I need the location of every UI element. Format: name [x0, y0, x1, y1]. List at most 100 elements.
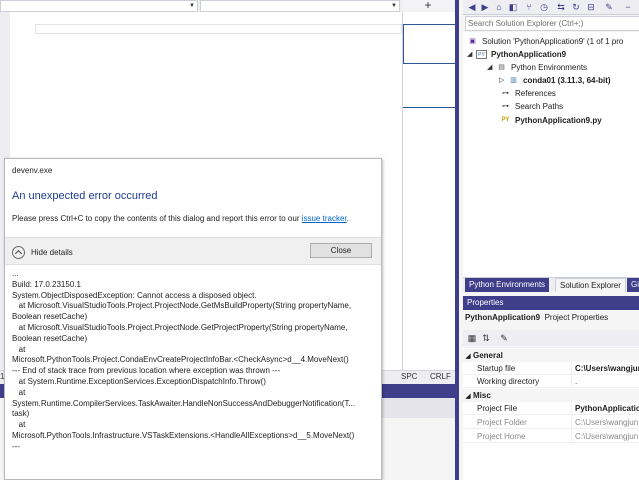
- property-row[interactable]: Project File PythonApplication: [463, 402, 639, 415]
- python-file-icon: PY: [501, 116, 510, 123]
- tree-item-label: References: [515, 88, 556, 98]
- category-general[interactable]: ◢ General: [463, 349, 639, 362]
- property-name: Project File: [477, 404, 518, 413]
- tree-item-conda-env[interactable]: ▷ ▥ conda01 (3.11.3, 64-bit): [499, 74, 611, 86]
- property-name: Working directory: [477, 377, 540, 386]
- error-detail-line: at Microsoft.VisualStudioTools.Project.P…: [12, 301, 352, 311]
- property-value: C:\Users\wangjun: [571, 430, 639, 443]
- error-detail-line: ...: [12, 269, 19, 278]
- tab-git[interactable]: Git: [627, 278, 639, 292]
- tree-item-label: Search Paths: [515, 101, 564, 111]
- refresh-icon[interactable]: ↻: [571, 2, 581, 12]
- error-detail-line: System.ObjectDisposedException: Cannot a…: [12, 290, 257, 300]
- error-detail-line: at: [12, 420, 26, 430]
- chevron-down-icon: ▼: [189, 3, 195, 9]
- collapsed-arrow-icon[interactable]: ▷: [499, 76, 508, 84]
- navigation-dropdown-right[interactable]: ▼: [200, 0, 400, 12]
- property-row[interactable]: Startup file C:\Users\wangjun: [463, 362, 639, 375]
- close-button[interactable]: Close: [310, 243, 372, 258]
- expanded-arrow-icon[interactable]: ◢: [487, 63, 496, 71]
- properties-object-type: Project Properties: [544, 313, 609, 322]
- tab-solution-explorer[interactable]: Solution Explorer: [555, 278, 626, 292]
- property-value[interactable]: PythonApplication: [571, 402, 639, 415]
- property-pages-wrench-icon[interactable]: ✎: [499, 333, 509, 343]
- error-detail-line: --- End of stack trace from previous loc…: [12, 366, 281, 376]
- property-row[interactable]: Working directory .: [463, 375, 639, 388]
- git-icon[interactable]: ⑂: [524, 2, 534, 12]
- back-icon[interactable]: ◀: [467, 2, 477, 12]
- sync-icon[interactable]: ⇆: [556, 2, 566, 12]
- solution-explorer-toolbar: ◀ ▶ ⌂ ◧ ⑂ ◷ ⇆ ↻ ⊟ ✎ −: [463, 0, 639, 15]
- solution-icon: ▣: [469, 37, 476, 45]
- error-detail-line: at: [12, 387, 26, 397]
- history-icon[interactable]: ◷: [539, 2, 549, 12]
- split-editor-plus-icon[interactable]: +: [402, 0, 454, 12]
- hide-details-toggle[interactable]: Hide details: [12, 245, 73, 259]
- tree-item-label: Solution 'PythonApplication9' (1 of 1 pr…: [482, 36, 624, 46]
- error-detail-line: Microsoft.PythonTools.Project.CondaEnvCr…: [12, 355, 349, 365]
- properties-grid: ◢ General Startup file C:\Users\wangjun W…: [463, 348, 639, 480]
- error-detail-line: Boolean resetCache): [12, 312, 88, 322]
- minus-icon[interactable]: −: [623, 2, 633, 12]
- error-detail-line: Boolean resetCache): [12, 333, 88, 343]
- references-icon: ⊶: [502, 89, 509, 97]
- tree-item-references[interactable]: ⊶ References: [500, 87, 556, 99]
- categorized-icon[interactable]: ▦: [467, 333, 477, 343]
- minimap-viewport[interactable]: [403, 24, 456, 64]
- tree-item-python-file[interactable]: PY PythonApplication9.py: [500, 114, 602, 126]
- line-ending-indicator[interactable]: CRLF: [430, 372, 451, 381]
- spacing-indicator[interactable]: SPC: [401, 372, 417, 381]
- alphabetical-icon[interactable]: ⇅: [481, 333, 491, 343]
- properties-toolbar: ▦ ⇅ ✎: [463, 330, 639, 346]
- properties-wrench-icon[interactable]: ✎: [604, 2, 614, 12]
- property-value[interactable]: C:\Users\wangjun: [571, 362, 639, 375]
- category-misc[interactable]: ◢ Misc: [463, 389, 639, 402]
- hide-details-label: Hide details: [31, 247, 73, 257]
- tree-item-project[interactable]: ◢ PY PythonApplication9: [467, 48, 566, 60]
- navigation-dropdown-left[interactable]: ▼: [0, 0, 198, 12]
- error-dialog: devenv.exe An unexpected error occurred …: [4, 158, 382, 480]
- property-name: Project Folder: [477, 418, 527, 427]
- chevron-down-icon: ▼: [391, 3, 397, 9]
- issue-tracker-link[interactable]: issue tracker: [302, 214, 347, 223]
- output-panel-toolbar: [380, 398, 455, 418]
- properties-object-name: PythonApplication9: [465, 313, 541, 322]
- dialog-message: Please press Ctrl+C to copy the contents…: [12, 214, 349, 223]
- solution-explorer-tree: ▣ Solution 'PythonApplication9' (1 of 1 …: [463, 32, 639, 277]
- error-detail-line: at System.Runtime.ExceptionServices.Exce…: [12, 376, 266, 386]
- property-value: C:\Users\wangjun: [571, 416, 639, 429]
- forward-icon[interactable]: ▶: [480, 2, 490, 12]
- property-value[interactable]: .: [571, 375, 639, 388]
- python-environment-icon: ▥: [510, 76, 517, 84]
- solution-explorer-search-input[interactable]: Search Solution Explorer (Ctrl+;): [465, 16, 639, 31]
- error-detail-line: at Microsoft.VisualStudioTools.Project.P…: [12, 322, 348, 332]
- search-paths-icon: ⊶: [502, 102, 509, 110]
- property-row[interactable]: Project Folder C:\Users\wangjun: [463, 416, 639, 429]
- tree-item-solution[interactable]: ▣ Solution 'PythonApplication9' (1 of 1 …: [467, 35, 623, 47]
- dialog-title: devenv.exe: [12, 166, 53, 175]
- minimap-marker: [403, 64, 456, 108]
- home-icon[interactable]: ⌂: [494, 2, 504, 12]
- property-row[interactable]: Project Home C:\Users\wangjun: [463, 430, 639, 443]
- error-detail-line: Microsoft.PythonTools.Infrastructure.VST…: [12, 430, 355, 440]
- dialog-action-bar: Hide details Close: [5, 237, 381, 265]
- editor-minimap[interactable]: [402, 12, 456, 372]
- tree-item-python-environments[interactable]: ◢ ▤ Python Environments: [487, 61, 587, 73]
- tree-item-label: PythonApplication9.py: [515, 115, 602, 125]
- right-tool-pane: ◀ ▶ ⌂ ◧ ⑂ ◷ ⇆ ↻ ⊟ ✎ − Search Solution Ex…: [455, 0, 639, 480]
- collapse-icon[interactable]: ⊟: [586, 2, 596, 12]
- error-details-text[interactable]: ... Build: 17.0.23150.1 System.ObjectDispo…: [12, 269, 377, 479]
- editor-current-line: [35, 24, 402, 34]
- tree-item-label: Python Environments: [511, 62, 588, 72]
- tree-item-label: conda01 (3.11.3, 64-bit): [523, 75, 611, 85]
- environments-icon: ▤: [498, 63, 505, 71]
- dialog-heading: An unexpected error occurred: [12, 190, 158, 202]
- vs-icon[interactable]: ◧: [508, 2, 518, 12]
- expanded-arrow-icon[interactable]: ◢: [467, 50, 476, 58]
- error-detail-line: System.Runtime.CompilerServices.TaskAwai…: [12, 398, 356, 408]
- tab-python-environments[interactable]: Python Environments: [465, 278, 550, 292]
- error-detail-line: at: [12, 344, 26, 354]
- tree-item-search-paths[interactable]: ⊶ Search Paths: [500, 100, 563, 112]
- error-detail-line: task): [12, 409, 30, 419]
- properties-object-selector[interactable]: PythonApplication9 Project Properties: [465, 313, 639, 327]
